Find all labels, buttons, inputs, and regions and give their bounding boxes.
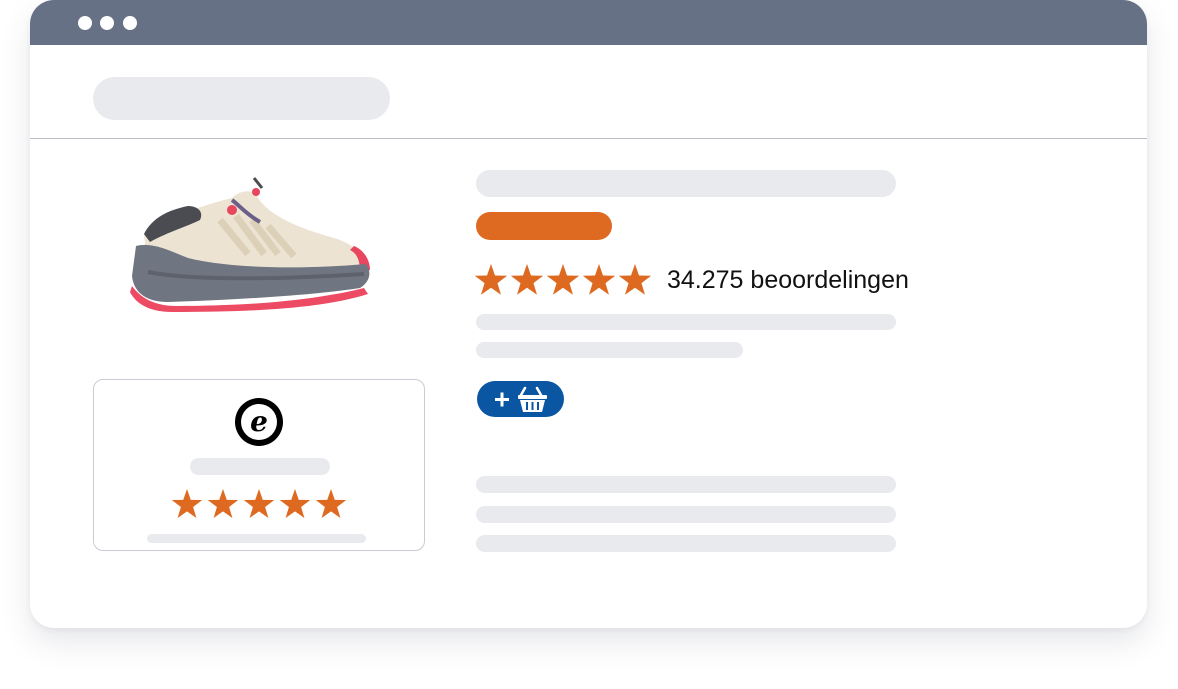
window-titlebar: [30, 0, 1147, 45]
star-icon: [618, 264, 652, 295]
star-icon: [582, 264, 616, 295]
details-line-placeholder: [476, 506, 896, 523]
star-icon: [510, 264, 544, 295]
card-rating-stars: [171, 487, 347, 519]
product-rating-stars[interactable]: [474, 262, 652, 296]
browser-window: e 34.275 beoordelingen: [30, 0, 1147, 628]
window-dot-icon[interactable]: [100, 16, 114, 30]
trustmark-logo-icon: e: [235, 398, 283, 446]
window-dot-icon[interactable]: [78, 16, 92, 30]
plus-icon: [495, 392, 509, 407]
star-icon: [279, 489, 311, 518]
window-dot-icon[interactable]: [123, 16, 137, 30]
review-count[interactable]: 34.275 beoordelingen: [667, 264, 909, 296]
star-icon: [474, 264, 508, 295]
star-icon: [171, 489, 203, 518]
shopping-basket-icon: [518, 386, 547, 412]
description-line-placeholder: [476, 314, 896, 330]
svg-text:e: e: [250, 405, 268, 438]
details-line-placeholder: [476, 535, 896, 552]
star-icon: [546, 264, 580, 295]
product-badge: [476, 212, 612, 240]
header-divider: [30, 138, 1147, 139]
card-title-placeholder: [190, 458, 330, 475]
product-image-sneaker: [130, 177, 370, 312]
description-line-placeholder: [476, 342, 743, 358]
address-bar-placeholder[interactable]: [93, 77, 390, 120]
star-icon: [207, 489, 239, 518]
trusted-shops-card[interactable]: e: [93, 379, 425, 551]
card-text-placeholder: [147, 534, 366, 543]
star-icon: [315, 489, 347, 518]
star-icon: [243, 489, 275, 518]
product-title-placeholder: [476, 170, 896, 197]
add-to-cart-button[interactable]: [477, 381, 564, 417]
details-line-placeholder: [476, 476, 896, 493]
